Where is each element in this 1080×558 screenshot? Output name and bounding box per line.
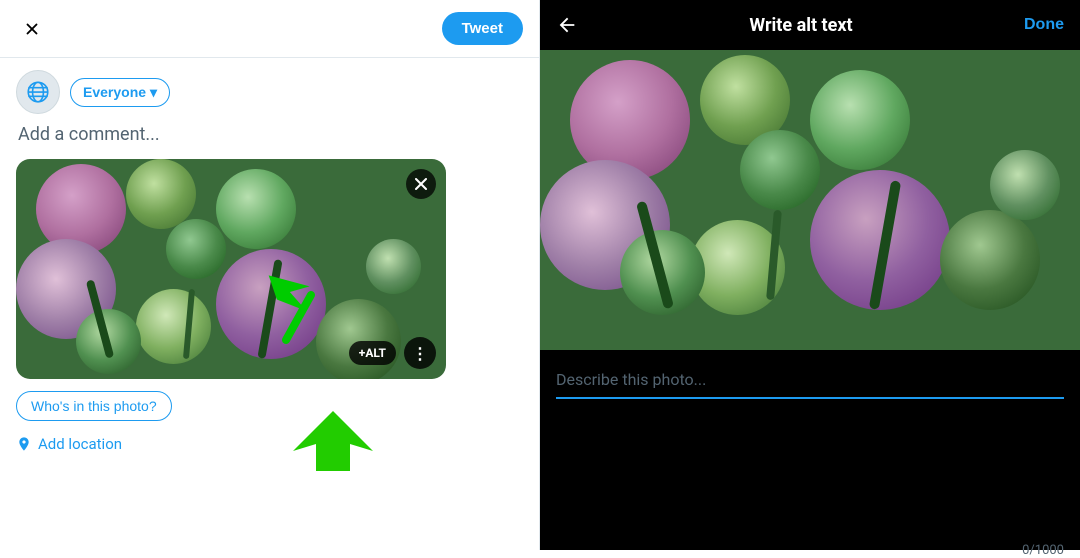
image-actions: +ALT ⋮ (349, 337, 436, 369)
close-button[interactable] (16, 13, 48, 45)
compose-panel: Tweet Everyone ▾ Add a comment... (0, 0, 540, 550)
audience-button[interactable]: Everyone ▾ (70, 78, 170, 107)
alt-text-input-wrapper: 0/1000 (556, 366, 1064, 534)
alt-text-header: Write alt text Done (540, 0, 1080, 50)
alt-text-panel: Write alt text Done 0/1000 (540, 0, 1080, 550)
compose-header: Tweet (0, 0, 539, 58)
avatar (16, 70, 60, 114)
more-options-button[interactable]: ⋮ (404, 337, 436, 369)
right-image-preview (540, 50, 1080, 350)
location-icon (16, 436, 32, 452)
back-button[interactable] (556, 14, 578, 36)
user-row: Everyone ▾ (16, 70, 523, 114)
alt-text-input[interactable] (556, 366, 1064, 399)
tweet-button[interactable]: Tweet (442, 12, 523, 45)
add-location-label: Add location (38, 435, 122, 453)
add-alt-text-button[interactable]: +ALT (349, 341, 396, 365)
comment-input-placeholder[interactable]: Add a comment... (18, 124, 523, 145)
compose-body: Everyone ▾ Add a comment... (0, 58, 539, 550)
audience-label: Everyone (83, 84, 146, 100)
chevron-down-icon: ▾ (150, 84, 157, 101)
alt-text-input-section: 0/1000 (540, 350, 1080, 550)
attached-image: +ALT ⋮ (16, 159, 446, 379)
right-succulent-image (540, 50, 1080, 350)
add-location-button[interactable]: Add location (16, 435, 523, 453)
alt-text-title: Write alt text (749, 15, 852, 36)
whos-in-photo-button[interactable]: Who's in this photo? (16, 391, 172, 421)
remove-image-button[interactable] (406, 169, 436, 199)
char-count: 0/1000 (1022, 543, 1064, 558)
done-button[interactable]: Done (1024, 16, 1064, 34)
